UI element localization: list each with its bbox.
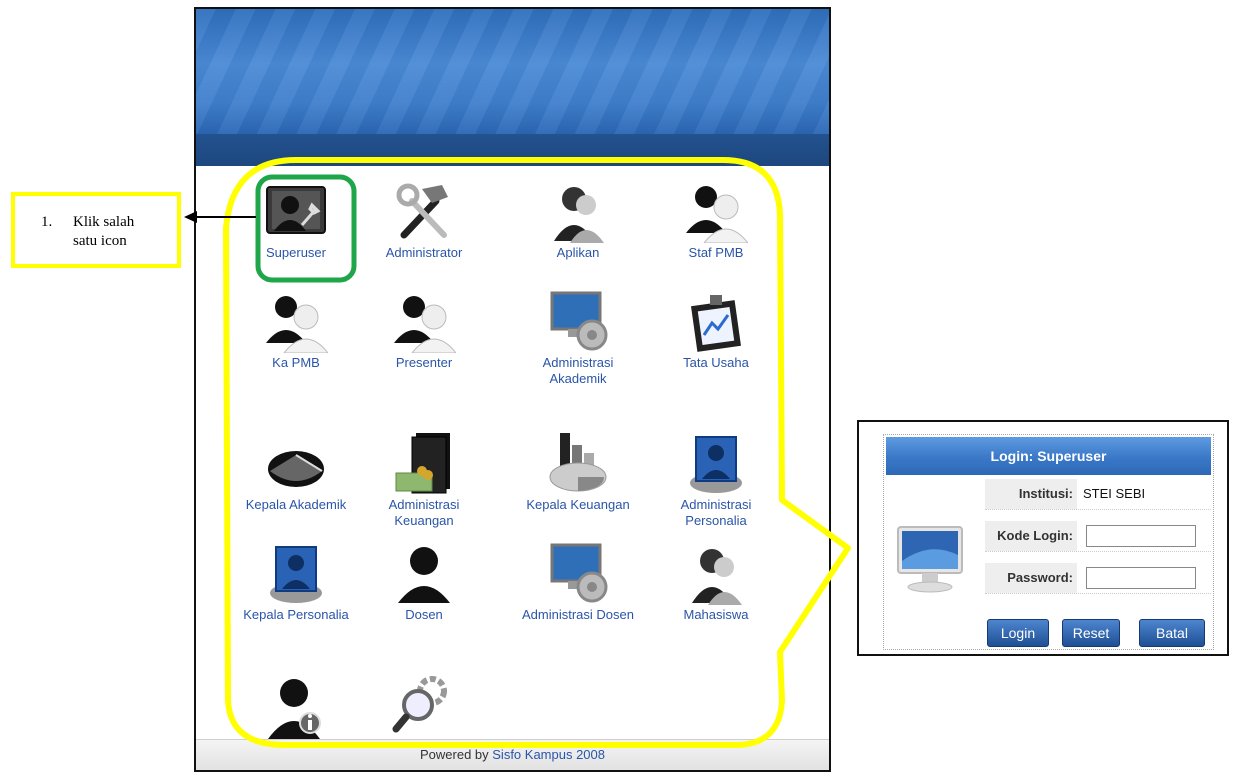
institusi-value: STEI SEBI	[1083, 486, 1146, 501]
tile-label: Aplikan	[556, 245, 600, 260]
users-icon	[684, 179, 750, 244]
login-title: Login: Superuser	[886, 437, 1211, 475]
tile-label: Mahasiswa	[683, 607, 749, 622]
tile-administrasi-dosen[interactable]: Administrasi Dosen	[518, 541, 638, 623]
callout-line1: Klik salah	[73, 214, 135, 230]
hammer-wrench-icon	[392, 179, 456, 243]
pie-chart-icon	[264, 431, 328, 495]
tile-label: Kepala Akademik	[245, 497, 347, 512]
tile-label: Administrator	[385, 245, 463, 260]
password-label: Password:	[985, 563, 1077, 593]
footer-link[interactable]: Sisfo Kampus 2008	[492, 747, 605, 762]
tile-search-settings[interactable]	[364, 675, 484, 741]
bar-pie-icon	[546, 431, 610, 495]
tile-dosen[interactable]: Dosen	[364, 541, 484, 623]
kode-login-label: Kode Login:	[985, 521, 1077, 551]
users-icon	[264, 289, 330, 354]
users-icon	[392, 289, 458, 354]
person-screen-icon	[684, 431, 748, 495]
money-folder-icon	[392, 431, 456, 495]
role-icon-grid: Superuser Administrator Aplikan Staf PMB	[196, 9, 829, 770]
tile-staf-pmb[interactable]: Staf PMB	[656, 179, 776, 261]
tile-label: Kepala Keuangan	[526, 497, 630, 512]
tile-ka-pmb[interactable]: Ka PMB	[236, 289, 356, 371]
tile-label: Administrasi Akademik	[542, 355, 614, 386]
tile-label: Tata Usaha	[683, 355, 749, 370]
tile-label: Administrasi Keuangan	[388, 497, 460, 528]
monitor-gear-icon	[546, 541, 610, 605]
user-headset-icon	[546, 179, 610, 243]
tile-user-info[interactable]	[236, 675, 356, 741]
tile-label: Ka PMB	[272, 355, 320, 370]
tile-administrasi-keuangan[interactable]: Administrasi Keuangan	[364, 431, 484, 529]
tile-administrasi-akademik[interactable]: Administrasi Akademik	[518, 289, 638, 387]
tile-mahasiswa[interactable]: Mahasiswa	[656, 541, 776, 623]
monitor-gear-icon	[546, 289, 610, 353]
login-button[interactable]: Login	[987, 619, 1049, 647]
person-screen-icon	[264, 541, 328, 605]
password-input[interactable]	[1086, 567, 1196, 589]
tile-label: Administrasi Personalia	[680, 497, 752, 528]
tile-aplikan[interactable]: Aplikan	[518, 179, 638, 261]
kode-login-input[interactable]	[1086, 525, 1196, 547]
tile-label: Dosen	[405, 607, 443, 622]
user-icon	[392, 541, 456, 605]
instruction-callout: 1. Klik salah satu icon	[11, 192, 181, 268]
monitor-icon	[890, 521, 970, 601]
tile-label: Administrasi Dosen	[522, 607, 634, 622]
row-password: Password:	[985, 563, 1211, 594]
reset-button[interactable]: Reset	[1062, 619, 1120, 647]
tile-administrasi-personalia[interactable]: Administrasi Personalia	[656, 431, 776, 529]
footer: Powered by Sisfo Kampus 2008	[196, 739, 829, 770]
login-form: Login: Superuser Institusi: STEI SEBI Ko…	[883, 434, 1214, 650]
tile-presenter[interactable]: Presenter	[364, 289, 484, 371]
tile-kepala-personalia[interactable]: Kepala Personalia	[236, 541, 356, 623]
footer-prefix: Powered by	[419, 747, 489, 762]
login-panel: Login: Superuser Institusi: STEI SEBI Ko…	[857, 420, 1229, 656]
search-gear-icon	[392, 675, 456, 739]
tile-kepala-akademik[interactable]: Kepala Akademik	[236, 431, 356, 513]
callout-number: 1.	[41, 214, 53, 230]
user-info-icon	[264, 675, 328, 739]
row-institusi: Institusi: STEI SEBI	[985, 479, 1211, 510]
callout-line2: satu icon	[73, 233, 127, 249]
institusi-label: Institusi:	[985, 479, 1077, 509]
clipboard-chart-icon	[684, 289, 748, 353]
row-kode-login: Kode Login:	[985, 521, 1211, 552]
superuser-icon	[264, 179, 328, 243]
tile-superuser[interactable]: Superuser	[236, 179, 356, 261]
user-headset-icon	[684, 541, 748, 605]
tile-kepala-keuangan[interactable]: Kepala Keuangan	[518, 431, 638, 513]
batal-button[interactable]: Batal	[1139, 619, 1205, 647]
tile-label: Presenter	[395, 355, 453, 370]
tile-label: Superuser	[266, 245, 326, 260]
tile-tata-usaha[interactable]: Tata Usaha	[656, 289, 776, 371]
tile-label: Staf PMB	[688, 245, 744, 260]
tile-label: Kepala Personalia	[243, 607, 349, 622]
tile-administrator[interactable]: Administrator	[364, 179, 484, 261]
portal-window: Superuser Administrator Aplikan Staf PMB	[194, 7, 831, 772]
